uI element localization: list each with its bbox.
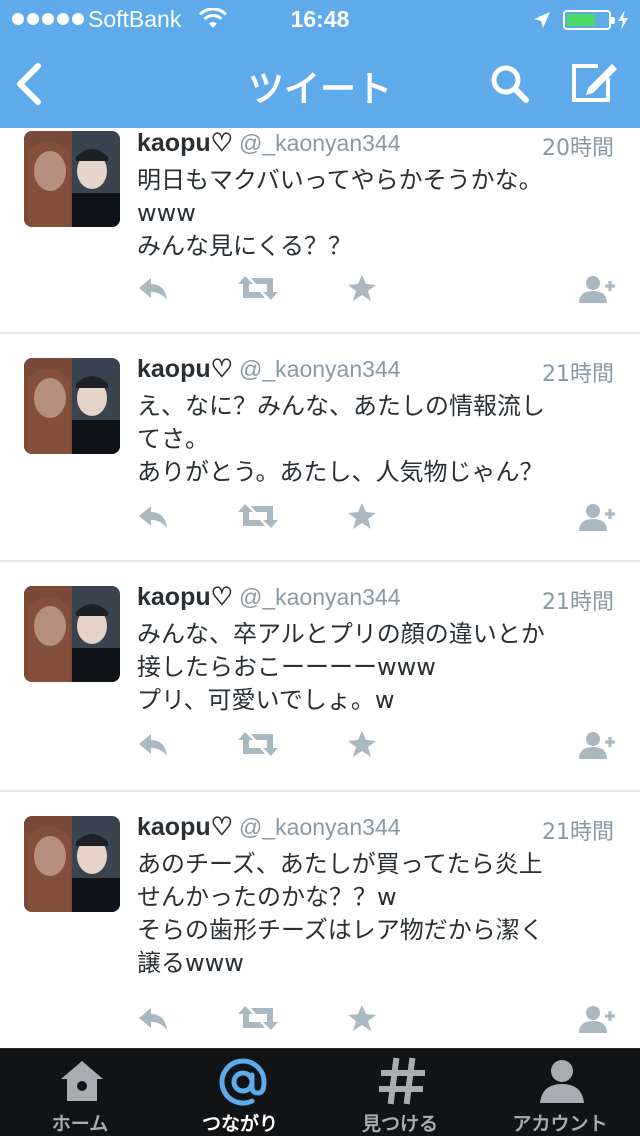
top-bar: SoftBank 16:48 ツイート [0,0,640,128]
reply-icon[interactable] [137,502,169,530]
at-icon [219,1058,267,1106]
avatar[interactable] [24,358,120,454]
tweet-time: 21時間 [542,590,614,615]
location-arrow-icon [534,12,550,28]
tab-home[interactable]: ホーム [0,1049,160,1136]
reply-icon[interactable] [137,274,169,302]
tab-connect[interactable]: つながり [160,1049,320,1136]
tweet-author-name[interactable]: kaopu♡ @_kaonyan344 [137,128,401,158]
tweet-actions [137,274,617,308]
tweet-actions [137,730,617,764]
page-title: ツイート [247,69,392,110]
home-icon [61,1061,103,1101]
tweet-item[interactable]: kaopu♡ @_kaonyan344 21時間 え、なに？みんな、あたしの情報流… [0,334,640,562]
retweet-icon[interactable] [237,730,279,758]
tweet-time: 21時間 [542,820,614,845]
account-icon [540,1060,584,1103]
tweet-time: 21時間 [542,362,614,387]
tweet-timeline[interactable]: kaopu♡ @_kaonyan344 20時間 明日もマクバいってやらかそうかな… [0,128,640,1048]
tweet-time: 20時間 [542,136,614,161]
charging-bolt-icon [618,10,628,30]
battery-level [567,14,595,26]
display-name: kaopu♡ [137,355,234,383]
user-handle: @_kaonyan344 [239,356,401,382]
search-icon[interactable] [488,62,532,106]
favorite-star-icon[interactable] [347,502,377,530]
tweet-text: 明日もマクバいってやらかそうかな。 www みんな見にくる？？ [137,166,543,260]
retweet-icon[interactable] [237,274,279,302]
tweet-author-name[interactable]: kaopu♡ @_kaonyan344 [137,582,401,612]
avatar[interactable] [24,816,120,912]
tab-account-label: アカウント [512,1113,608,1135]
tweet-item[interactable]: kaopu♡ @_kaonyan344 21時間 あのチーズ、あたしが買ってたら炎… [0,792,640,1048]
follow-user-icon[interactable] [577,274,617,304]
favorite-star-icon[interactable] [347,1004,377,1032]
retweet-icon[interactable] [237,1004,279,1032]
follow-user-icon[interactable] [577,502,617,532]
tweet-text: あのチーズ、あたしが買ってたら炎上 せんかったのかな？？w そらの歯形チーズはレ… [137,850,544,977]
tweet-item[interactable]: kaopu♡ @_kaonyan344 21時間 みんな、卒アルとプリの顔の違いと… [0,562,640,792]
follow-user-icon[interactable] [577,730,617,760]
battery-icon [563,10,615,30]
tweet-actions [137,1004,617,1038]
user-handle: @_kaonyan344 [239,584,401,610]
tab-discover[interactable]: 見つける [320,1049,480,1136]
favorite-star-icon[interactable] [347,274,377,302]
tweet-actions [137,502,617,536]
display-name: kaopu♡ [137,129,234,157]
avatar[interactable] [24,131,120,227]
tweet-author-name[interactable]: kaopu♡ @_kaonyan344 [137,812,401,842]
tab-connect-label: つながり [201,1113,278,1135]
tweet-item[interactable]: kaopu♡ @_kaonyan344 20時間 明日もマクバいってやらかそうかな… [0,128,640,334]
tab-discover-label: 見つける [361,1113,438,1135]
display-name: kaopu♡ [137,583,234,611]
reply-icon[interactable] [137,1004,169,1032]
favorite-star-icon[interactable] [347,730,377,758]
follow-user-icon[interactable] [577,1004,617,1034]
reply-icon[interactable] [137,730,169,758]
user-handle: @_kaonyan344 [239,814,401,840]
tweet-text: え、なに？みんな、あたしの情報流し てさ。 ありがとう。あたし、人気物じゃん？ [137,392,545,486]
tab-bar: ホーム つながり 見つける アカウント [0,1048,640,1136]
navigation-bar: ツイート [0,40,640,128]
retweet-icon[interactable] [237,502,279,530]
tab-account[interactable]: アカウント [480,1049,640,1136]
status-bar: SoftBank 16:48 [0,0,640,40]
hashtag-icon [379,1057,425,1105]
tweet-author-name[interactable]: kaopu♡ @_kaonyan344 [137,354,401,384]
tweet-text: みんな、卒アルとプリの顔の違いとか 接したらおこーーーーwww プリ、可愛いでし… [137,620,545,714]
compose-icon[interactable] [568,60,620,106]
tab-home-label: ホーム [51,1113,109,1135]
user-handle: @_kaonyan344 [239,130,401,156]
avatar[interactable] [24,586,120,682]
display-name: kaopu♡ [137,813,234,841]
